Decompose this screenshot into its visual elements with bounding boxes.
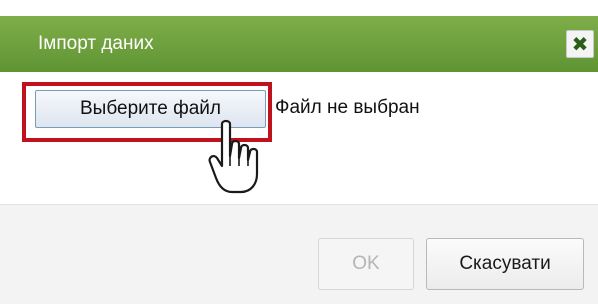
close-button[interactable]: ✖ <box>566 30 594 58</box>
close-icon: ✖ <box>571 32 589 56</box>
import-dialog: Імпорт даних ✖ Выберите файл Файл не выб… <box>0 0 598 304</box>
hand-pointer-icon <box>208 119 259 194</box>
dialog-title: Імпорт даних <box>38 33 154 54</box>
file-status-text: Файл не выбран <box>275 97 420 118</box>
dialog-titlebar: Імпорт даних ✖ <box>0 16 598 72</box>
ok-button[interactable]: OK <box>318 238 414 290</box>
cancel-button[interactable]: Скасувати <box>426 238 584 290</box>
